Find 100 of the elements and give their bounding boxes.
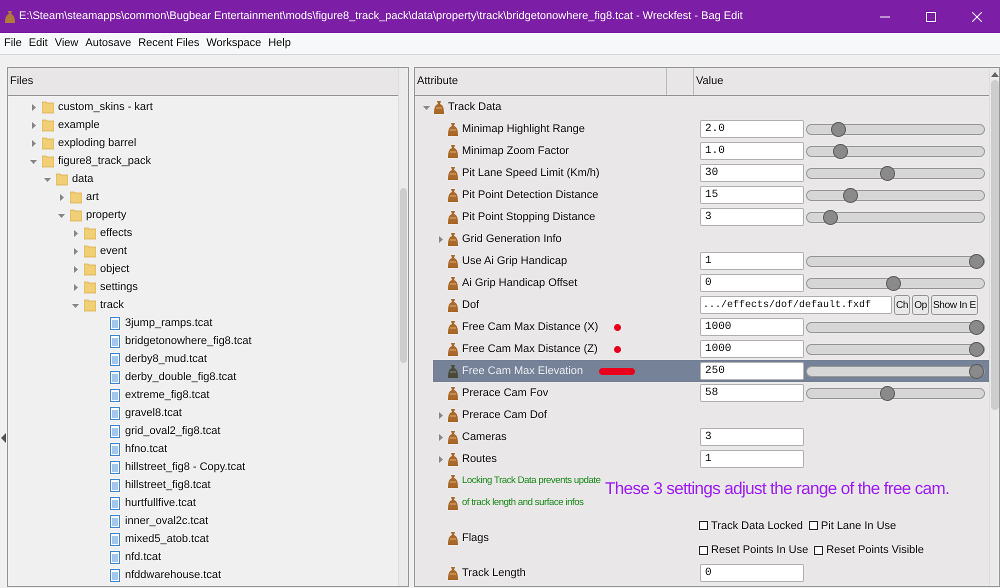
expand-arrow-icon[interactable] (72, 284, 79, 290)
slider-thumb[interactable] (880, 166, 895, 180)
checkbox-label[interactable]: Pit Lane In Use (820, 518, 896, 534)
document-entry[interactable]: hurtfullfive.tcat (125, 494, 196, 512)
collapse-arrow-icon[interactable] (422, 104, 430, 110)
expand-arrow-icon[interactable] (30, 104, 37, 110)
attribute-label[interactable]: Prerace Cam Fov (462, 384, 548, 402)
slider-thumb[interactable] (880, 386, 895, 400)
value-field[interactable]: 58 (700, 384, 804, 402)
expand-arrow-icon[interactable] (436, 412, 444, 418)
menu-item[interactable]: Workspace (203, 33, 264, 54)
document-entry[interactable]: derby8_mud.tcat (125, 350, 207, 368)
attribute-label[interactable]: Free Cam Max Distance (X) (462, 318, 598, 336)
value-field[interactable]: .../effects/dof/default.fxdf (700, 296, 892, 314)
expand-arrow-icon[interactable] (436, 236, 444, 242)
value-field[interactable]: 1000 (700, 340, 804, 358)
folder-entry[interactable]: property (86, 206, 126, 224)
slider-thumb[interactable] (969, 254, 984, 268)
attribute-label[interactable]: Flags (462, 530, 489, 546)
slider-thumb[interactable] (831, 122, 846, 136)
value-field[interactable]: 30 (700, 164, 804, 182)
value-field[interactable]: 1000 (700, 318, 804, 336)
attribute-label[interactable]: Pit Point Stopping Distance (462, 208, 596, 226)
slider-thumb[interactable] (886, 276, 902, 290)
checkbox[interactable] (699, 546, 708, 555)
attribute-label[interactable]: Pit Lane Speed Limit (Km/h) (462, 164, 600, 182)
expand-arrow-icon[interactable] (58, 194, 65, 200)
document-entry[interactable]: grid_oval2_fig8.tcat (125, 422, 220, 440)
document-entry[interactable]: extreme_fig8.tcat (125, 386, 210, 404)
attribute-label[interactable]: Ai Grip Handicap Offset (462, 274, 578, 292)
attribute-label[interactable]: Use Ai Grip Handicap (462, 252, 568, 270)
value-field[interactable]: 3 (700, 428, 804, 446)
document-entry[interactable]: gravel8.tcat (125, 404, 182, 422)
folder-entry[interactable]: data (72, 170, 94, 188)
expand-arrow-icon[interactable] (30, 140, 37, 146)
attribute-label[interactable]: Minimap Zoom Factor (462, 142, 569, 160)
folder-entry[interactable]: exploding barrel (58, 134, 136, 152)
document-entry[interactable]: inner_oval2c.tcat (125, 512, 208, 530)
slider-thumb[interactable] (842, 188, 858, 202)
splitter-arrow-icon[interactable] (1, 433, 6, 443)
value-field[interactable]: 2.0 (700, 120, 804, 138)
document-entry[interactable]: hillstreet_fig8.tcat (125, 476, 211, 494)
value-field[interactable]: 1.0 (700, 142, 804, 160)
attribute-label[interactable]: Minimap Highlight Range (462, 120, 585, 138)
value-field[interactable]: 1 (700, 252, 804, 270)
menu-item[interactable]: Help (265, 33, 294, 54)
scroll-up-arrow-icon[interactable] (990, 70, 998, 78)
menu-item[interactable]: Edit (26, 33, 51, 54)
slider-thumb[interactable] (969, 364, 984, 378)
document-entry[interactable]: nfddwarehouse.tcat (125, 566, 222, 584)
menu-item[interactable]: View (52, 33, 82, 54)
checkbox[interactable] (699, 521, 708, 530)
file-button[interactable]: Op (912, 295, 929, 315)
attribute-label[interactable]: Dof (462, 296, 480, 314)
folder-entry[interactable]: event (100, 242, 127, 260)
menu-item[interactable]: Autosave (82, 33, 134, 54)
file-button[interactable]: Show In E (930, 295, 978, 315)
folder-entry[interactable]: object (100, 260, 130, 278)
attribute-label[interactable]: Free Cam Max Distance (Z) (462, 340, 598, 358)
value-field[interactable]: 250 (700, 362, 804, 380)
document-entry[interactable]: 3jump_ramps.tcat (125, 314, 212, 332)
document-entry[interactable]: hfno.tcat (125, 440, 168, 458)
attribute-label[interactable]: Track Data (448, 98, 502, 116)
document-entry[interactable]: mixed5_atob.tcat (125, 530, 209, 548)
folder-entry[interactable]: settings (100, 278, 138, 296)
value-field[interactable]: 0 (700, 564, 804, 582)
document-entry[interactable]: hillstreet_fig8 - Copy.tcat (125, 458, 246, 476)
document-entry[interactable]: nfd.tcat (125, 548, 162, 566)
attribute-label[interactable]: Prerace Cam Dof (462, 406, 547, 424)
file-button[interactable]: Ch (894, 295, 910, 315)
slider-thumb[interactable] (969, 320, 984, 334)
expand-arrow-icon[interactable] (436, 434, 444, 440)
checkbox[interactable] (814, 546, 824, 555)
slider-thumb[interactable] (832, 144, 848, 158)
value-field[interactable]: 3 (700, 208, 804, 226)
expand-arrow-icon[interactable] (72, 248, 79, 254)
value-field[interactable]: 1 (700, 450, 804, 468)
folder-entry[interactable]: figure8_track_pack (58, 152, 151, 170)
value-field[interactable]: 0 (700, 274, 804, 292)
expand-arrow-icon[interactable] (30, 122, 37, 128)
slider-thumb[interactable] (969, 342, 984, 356)
checkbox[interactable] (808, 521, 818, 530)
menu-item[interactable]: Recent Files (135, 33, 202, 54)
attribute-label[interactable]: Routes (462, 450, 497, 468)
folder-entry[interactable]: track (100, 296, 124, 314)
folder-entry[interactable]: art (86, 188, 99, 206)
slider-thumb[interactable] (823, 210, 838, 224)
scrollbar[interactable] (989, 68, 999, 586)
checkbox-label[interactable]: Reset Points In Use (711, 542, 808, 558)
checkbox-label[interactable]: Track Data Locked (711, 518, 803, 534)
attribute-label[interactable]: Pit Point Detection Distance (462, 186, 598, 204)
collapse-arrow-icon[interactable] (44, 176, 51, 182)
document-entry[interactable]: bridgetonowhere_fig8.tcat (125, 332, 252, 350)
attribute-label[interactable]: Grid Generation Info (462, 230, 562, 248)
collapse-arrow-icon[interactable] (30, 158, 37, 164)
attribute-label[interactable]: Cameras (462, 428, 507, 446)
value-field[interactable]: 15 (700, 186, 804, 204)
checkbox-label[interactable]: Reset Points Visible (826, 542, 924, 558)
expand-arrow-icon[interactable] (72, 266, 79, 272)
scrollbar[interactable] (398, 68, 408, 586)
